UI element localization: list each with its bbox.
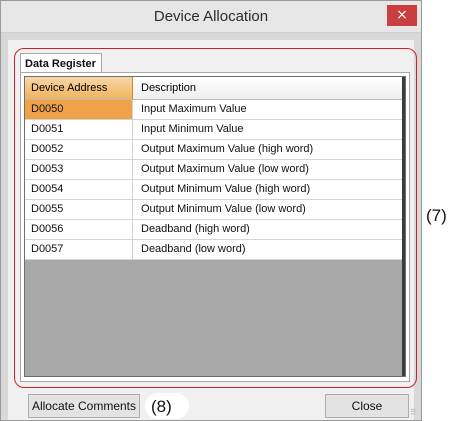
description-cell[interactable]: Deadband (low word) [133,240,405,259]
device-address-cell[interactable]: D0051 [25,120,133,139]
device-grid: Device Address Description D0050 Input M… [24,76,406,377]
table-row[interactable]: D0057 Deadband (low word) [25,240,405,260]
table-row[interactable]: D0050 Input Maximum Value [25,100,405,120]
description-cell[interactable]: Output Maximum Value (high word) [133,140,405,159]
device-address-cell[interactable]: D0054 [25,180,133,199]
window-title: Device Allocation [153,8,269,25]
allocate-comments-button[interactable]: Allocate Comments [28,394,140,418]
table-row[interactable]: D0054 Output Minimum Value (high word) [25,180,405,200]
callout-7-label: (7) [426,206,447,225]
device-address-cell[interactable]: D0057 [25,240,133,259]
description-cell[interactable]: Input Minimum Value [133,120,405,139]
description-cell[interactable]: Deadband (high word) [133,220,405,239]
device-address-cell[interactable]: D0052 [25,140,133,159]
grid-header: Device Address Description [25,77,405,100]
column-header-description[interactable]: Description [133,77,405,99]
table-row[interactable]: D0051 Input Minimum Value [25,120,405,140]
callout-8-label: (8) [151,397,172,416]
close-button[interactable]: Close [325,394,409,418]
description-cell[interactable]: Input Maximum Value [133,100,405,119]
grid-right-edge [402,77,405,376]
resize-grip-icon[interactable]: ⠿ [410,408,416,417]
close-window-button[interactable]: × [387,5,417,26]
table-row[interactable]: D0056 Deadband (high word) [25,220,405,240]
column-header-device-address[interactable]: Device Address [25,77,133,99]
device-address-cell[interactable]: D0056 [25,220,133,239]
table-row[interactable]: D0053 Output Maximum Value (low word) [25,160,405,180]
device-address-cell[interactable]: D0050 [25,100,133,119]
description-cell[interactable]: Output Maximum Value (low word) [133,160,405,179]
table-row[interactable]: D0052 Output Maximum Value (high word) [25,140,405,160]
device-address-cell[interactable]: D0055 [25,200,133,219]
title-bar[interactable]: Device Allocation × [1,1,421,33]
description-cell[interactable]: Output Minimum Value (high word) [133,180,405,199]
device-address-cell[interactable]: D0053 [25,160,133,179]
tab-data-register[interactable]: Data Register [20,53,102,73]
table-row[interactable]: D0055 Output Minimum Value (low word) [25,200,405,220]
description-cell[interactable]: Output Minimum Value (low word) [133,200,405,219]
